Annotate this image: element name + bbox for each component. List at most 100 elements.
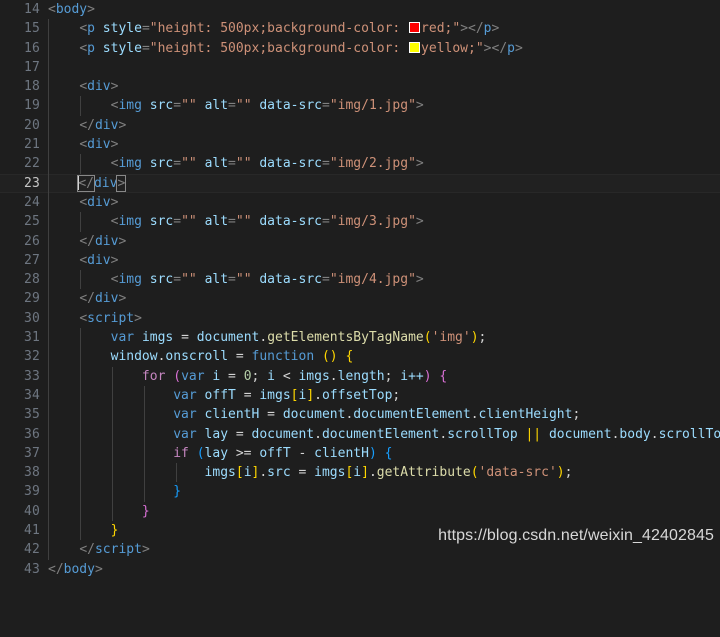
- code-line[interactable]: 35 var clientH = document.documentElemen…: [0, 405, 720, 425]
- code-line[interactable]: 27 <div>: [0, 250, 720, 271]
- code-line[interactable]: 19 <img src="" alt="" data-src="img/1.jp…: [0, 96, 720, 116]
- token-style-tail: ;": [444, 21, 461, 37]
- code-line[interactable]: 25 <img src="" alt="" data-src="img/3.jp…: [0, 212, 720, 232]
- token-equals: =: [321, 156, 330, 172]
- token-punctuation: >: [141, 542, 150, 558]
- token-identifier-document: document: [251, 426, 315, 442]
- code-line[interactable]: 24 <div>: [0, 192, 720, 213]
- code-line[interactable]: 28 <img src="" alt="" data-src="img/4.jp…: [0, 270, 720, 290]
- token-tag-script: script: [94, 542, 142, 558]
- token-punctuation: >: [460, 21, 469, 37]
- token-dot: .: [368, 465, 377, 481]
- code-line[interactable]: 14 <body>: [0, 0, 720, 19]
- code-text: <img src="" alt="" data-src="img/2.jpg">: [48, 154, 720, 173]
- token-semicolon: ;: [251, 368, 260, 384]
- token-punctuation: </: [79, 291, 95, 307]
- token-tag-img: img: [118, 156, 142, 172]
- code-line[interactable]: 36 var lay = document.documentElement.sc…: [0, 424, 720, 444]
- code-line[interactable]: 34 var offT = imgs[i].offsetTop;: [0, 385, 720, 406]
- code-line[interactable]: 20 </div>: [0, 115, 720, 136]
- line-number: 31: [23, 330, 40, 346]
- code-text: <img src="" alt="" data-src="img/1.jpg">: [48, 96, 720, 115]
- token-paren: (: [423, 330, 432, 346]
- token-equals: =: [173, 214, 182, 230]
- token-identifier-clientH: clientH: [204, 407, 260, 423]
- code-line[interactable]: 26 </div>: [0, 231, 720, 251]
- line-number-active: 23: [23, 175, 40, 191]
- code-line[interactable]: 38 imgs[i].src = imgs[i].getAttribute('d…: [0, 463, 720, 483]
- token-empty-string: "": [235, 214, 252, 230]
- code-text: </div>: [48, 232, 720, 251]
- token-dot: .: [259, 330, 268, 346]
- token-identifier-document: document: [282, 407, 346, 423]
- line-number: 29: [23, 291, 40, 307]
- line-number: 24: [23, 194, 40, 210]
- token-tag-p: p: [507, 40, 515, 56]
- token-paren: ): [423, 368, 432, 384]
- token-keyword-if: if: [173, 445, 189, 461]
- token-function-getElementsByTagName: getElementsByTagName: [267, 330, 424, 346]
- code-line[interactable]: 32 window.onscroll = function () {: [0, 347, 720, 367]
- token-paren: ): [470, 330, 479, 346]
- code-text: var lay = document.documentElement.scrol…: [48, 425, 720, 444]
- line-number: 22: [23, 156, 40, 172]
- code-line-active[interactable]: 23 </div>: [0, 173, 720, 193]
- token-operator-or: ||: [525, 426, 542, 442]
- token-attr-src: src: [149, 156, 174, 172]
- code-line[interactable]: 22 <img src="" alt="" data-src="img/2.jp…: [0, 154, 720, 174]
- code-line[interactable]: 43 </body>: [0, 560, 720, 579]
- code-line[interactable]: 40 }: [0, 501, 720, 522]
- token-brace: {: [345, 349, 354, 365]
- token-semicolon: ;: [564, 465, 573, 481]
- token-keyword-var: var: [110, 330, 135, 346]
- token-style-tail: ;": [468, 40, 484, 56]
- token-tag-img: img: [118, 214, 142, 230]
- token-equals: =: [141, 21, 150, 37]
- token-punctuation: >: [110, 194, 119, 210]
- token-bracket: ]: [361, 465, 369, 481]
- code-line[interactable]: 17: [0, 57, 720, 78]
- code-text: <img src="" alt="" data-src="img/4.jpg">: [48, 270, 720, 289]
- token-property-body: body: [619, 426, 651, 442]
- code-text: <p style="height: 500px;background-color…: [48, 39, 720, 58]
- token-tag-div: div: [87, 137, 111, 153]
- token-punctuation: </: [48, 561, 64, 577]
- token-bracket: ]: [306, 387, 315, 403]
- token-punctuation: >: [110, 252, 119, 268]
- token-brace: }: [173, 484, 182, 500]
- code-line[interactable]: 15 <p style="height: 500px;background-co…: [0, 19, 720, 39]
- code-line[interactable]: 16 <p style="height: 500px;background-co…: [0, 38, 720, 58]
- token-identifier-imgs: imgs: [141, 330, 174, 346]
- code-line[interactable]: 21 <div>: [0, 135, 720, 155]
- line-number: 43: [23, 561, 40, 577]
- line-number: 20: [23, 117, 40, 133]
- token-punctuation: >: [483, 40, 492, 56]
- code-line[interactable]: 39 }: [0, 482, 720, 502]
- token-punctuation: <: [79, 79, 88, 95]
- code-text: <img src="" alt="" data-src="img/3.jpg">: [48, 212, 720, 231]
- code-line[interactable]: 33 for (var i = 0; i < imgs.length; i++)…: [0, 366, 720, 386]
- token-operator: =: [228, 368, 236, 384]
- token-empty-string: "": [181, 98, 197, 114]
- code-line[interactable]: 31 var imgs = document.getElementsByTagN…: [0, 328, 720, 348]
- token-empty-string: "": [235, 272, 252, 288]
- token-equals: =: [173, 98, 182, 114]
- token-property-length: length: [337, 368, 385, 384]
- token-empty-string: "": [181, 214, 197, 230]
- token-operator: =: [235, 349, 244, 365]
- token-identifier-offT: offT: [259, 445, 291, 461]
- code-line[interactable]: 30 <script>: [0, 308, 720, 329]
- code-line[interactable]: 29 </div>: [0, 289, 720, 309]
- token-punctuation: <: [79, 137, 88, 153]
- code-line[interactable]: 37 if (lay >= offT - clientH) {: [0, 443, 720, 464]
- token-punctuation: >: [118, 291, 127, 307]
- token-attr-datasrc: data-src: [259, 272, 322, 288]
- code-editor[interactable]: 14 <body> 15 <p style="height: 500px;bac…: [0, 0, 720, 577]
- token-attr-src: src: [149, 214, 174, 230]
- token-keyword-function: function: [251, 349, 315, 365]
- token-tag-body: body: [63, 561, 95, 577]
- token-img-path: "img/2.jpg": [329, 156, 416, 172]
- token-property-scrollTop: scrollTop: [658, 426, 720, 442]
- code-line[interactable]: 18 <div>: [0, 77, 720, 97]
- code-text: </div>: [48, 174, 720, 193]
